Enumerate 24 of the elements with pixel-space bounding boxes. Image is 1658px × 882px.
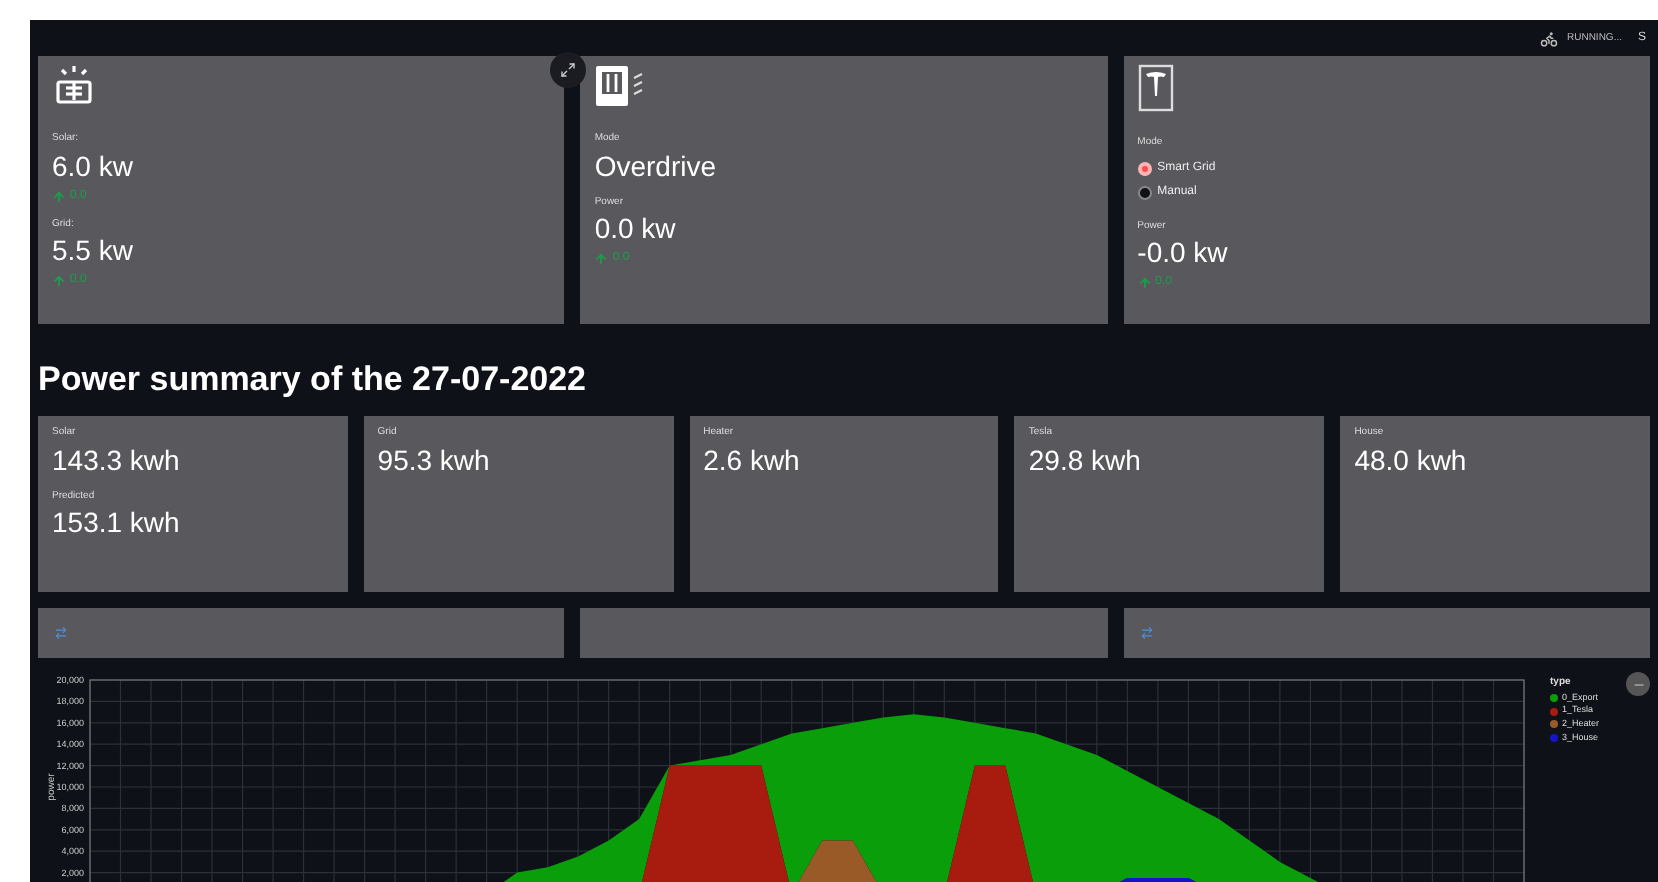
arrow-up-icon [594, 252, 609, 266]
arrow-up-icon [1137, 276, 1152, 290]
bicycle-icon [1540, 30, 1559, 48]
metric-value: 95.3 kwh [377, 441, 492, 477]
collapse-button[interactable] [1626, 672, 1650, 696]
metric-value: 48.0 kwh [1354, 441, 1469, 477]
solar-panel-icon [52, 64, 96, 108]
car-logo-icon [1137, 64, 1174, 112]
heater-icon [594, 64, 647, 108]
metric-value: -0.0 kw [1137, 234, 1230, 270]
arrow-up-icon [52, 274, 66, 288]
radio-button[interactable] [1137, 161, 1152, 175]
metric-value: 143.3 kwh [52, 441, 182, 477]
metric-value: 6.0 kw [52, 147, 135, 183]
metric-value: 5.5 kw [52, 232, 135, 268]
section-title: Power summary of the 27-07-2022 [38, 360, 589, 400]
arrow-up-icon [52, 189, 66, 203]
metric-value: 153.1 kwh [52, 504, 182, 540]
metric-value: Overdrive [594, 147, 719, 183]
expand-icon [560, 62, 576, 78]
metric-value: 29.8 kwh [1028, 441, 1143, 477]
metric-value: 0.0 kw [594, 210, 678, 246]
metric-value: 2.6 kwh [703, 441, 802, 477]
radio-button[interactable] [1137, 185, 1152, 199]
